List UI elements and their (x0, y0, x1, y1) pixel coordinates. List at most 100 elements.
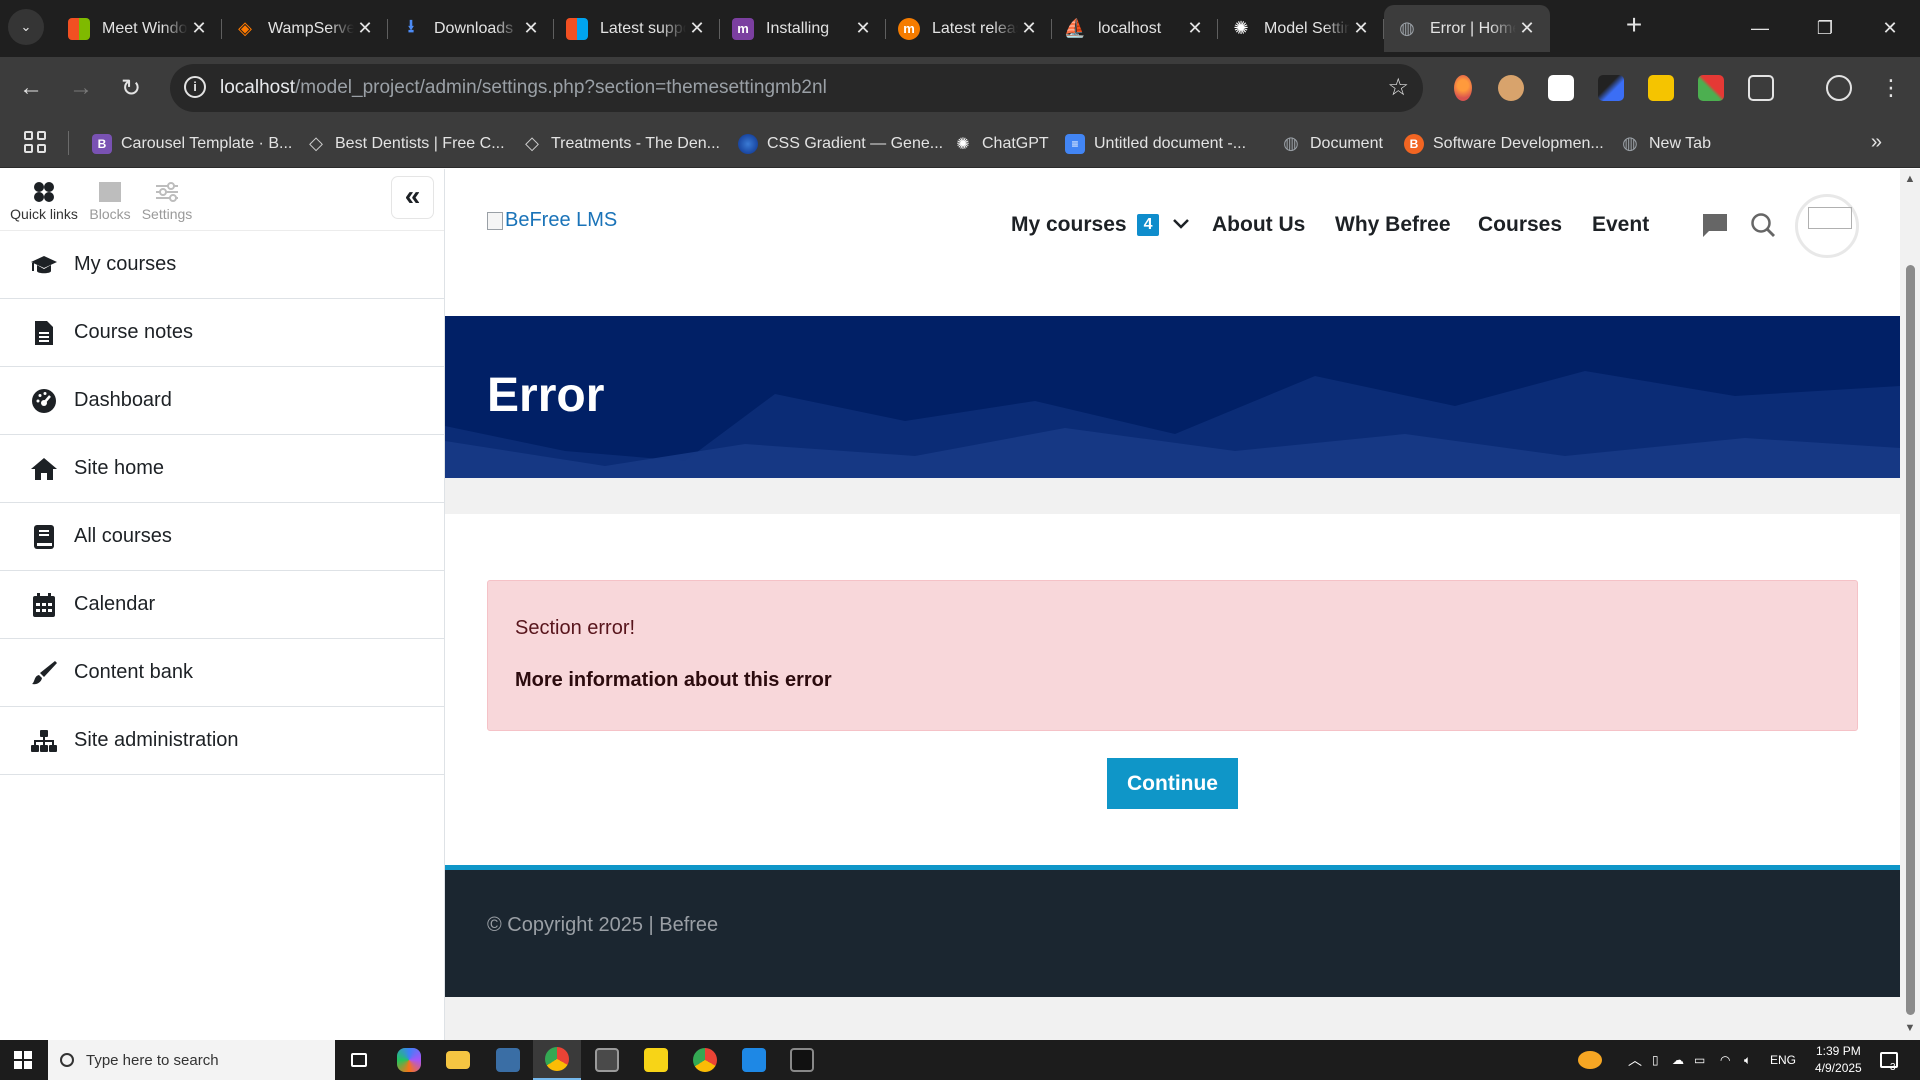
clock[interactable]: 1:39 PM 4/9/2025 (1815, 1043, 1862, 1077)
new-tab-button[interactable]: + (1618, 10, 1650, 42)
search-icon[interactable] (1749, 211, 1779, 241)
drawer-item-course-notes[interactable]: Course notes (0, 299, 444, 367)
close-tab-icon[interactable]: ✕ (520, 18, 542, 39)
bookmark-item[interactable]: CSS Gradient — Gene... (738, 119, 943, 168)
tray-icon[interactable]: ▯ (1652, 1040, 1659, 1080)
close-tab-icon[interactable]: ✕ (1184, 18, 1206, 39)
extensions-puzzle-icon[interactable] (1748, 75, 1774, 101)
site-logo[interactable]: BeFree LMS (487, 209, 617, 232)
continue-button[interactable]: Continue (1107, 758, 1238, 809)
extension-icon[interactable] (1698, 75, 1724, 101)
extension-icon[interactable] (1648, 75, 1674, 101)
tab-quick-links[interactable]: Quick links (9, 181, 79, 222)
onedrive-icon[interactable]: ☁ (1672, 1040, 1684, 1080)
forward-arrow-icon[interactable]: → (62, 69, 100, 107)
close-tab-icon[interactable]: ✕ (1516, 18, 1538, 39)
bookmark-item[interactable]: B Software Developmen... (1404, 119, 1604, 168)
browser-tab[interactable]: ◈ WampServer ✕ (222, 5, 388, 52)
drawer-item-all-courses[interactable]: All courses (0, 503, 444, 571)
bookmark-item[interactable]: ◍ Document (1281, 119, 1383, 168)
extension-icon[interactable] (1498, 75, 1524, 101)
close-tab-icon[interactable]: ✕ (188, 18, 210, 39)
bookmark-star-icon[interactable]: ☆ (1387, 73, 1409, 102)
taskbar-search[interactable]: Type here to search (48, 1040, 335, 1080)
nav-why-befree[interactable]: Why Befree (1335, 213, 1451, 237)
chrome-icon[interactable] (681, 1040, 729, 1080)
drawer-item-dashboard[interactable]: Dashboard (0, 367, 444, 435)
chrome-icon[interactable] (533, 1040, 581, 1080)
user-avatar[interactable] (1795, 194, 1859, 258)
browser-tab[interactable]: Latest supported ✕ (554, 5, 720, 52)
tab-title: WampServer (268, 19, 354, 37)
profile-icon[interactable] (1826, 75, 1852, 101)
tab-search-button[interactable]: ⌄ (8, 9, 44, 45)
notifications-icon[interactable]: 3 (1880, 1040, 1898, 1080)
more-info-link[interactable]: More information about this error (515, 669, 832, 692)
scrollbar-thumb[interactable] (1906, 265, 1915, 1015)
page-scrollbar[interactable]: ▲ ▼ (1900, 169, 1920, 1040)
url-text[interactable]: localhost/model_project/admin/settings.p… (220, 77, 827, 99)
close-tab-icon[interactable]: ✕ (852, 18, 874, 39)
browser-tab[interactable]: m Installing ✕ (720, 5, 886, 52)
collapse-drawer-button[interactable]: « (392, 177, 433, 218)
main-content: BeFree LMS My courses 4 About Us Why Bef… (445, 169, 1900, 1040)
battery-icon[interactable]: ▭ (1694, 1040, 1705, 1080)
tab-settings[interactable]: Settings (132, 181, 202, 222)
scroll-down-icon[interactable]: ▼ (1904, 1022, 1916, 1034)
bookmark-item[interactable]: ◇ Treatments - The Den... (522, 119, 720, 168)
nav-about-us[interactable]: About Us (1212, 213, 1305, 237)
close-window-icon[interactable]: ✕ (1860, 0, 1920, 57)
extension-icon[interactable] (1548, 75, 1574, 101)
task-view-icon[interactable] (335, 1040, 383, 1080)
volume-icon[interactable]: 🔈︎ (1744, 1040, 1751, 1080)
calculator-icon[interactable] (583, 1040, 631, 1080)
browser-tab-active[interactable]: ◍ Error | Home ✕ (1384, 5, 1550, 52)
nav-event[interactable]: Event (1592, 213, 1649, 237)
more-bookmarks-icon[interactable]: » (1871, 131, 1882, 154)
file-explorer-icon[interactable] (434, 1040, 482, 1080)
extension-icon[interactable] (1454, 75, 1472, 101)
bookmark-item[interactable]: ≡ Untitled document -... (1065, 119, 1246, 168)
drawer-item-content-bank[interactable]: Content bank (0, 639, 444, 707)
browser-tab[interactable]: ✺ Model Settings ✕ (1218, 5, 1384, 52)
browser-tab[interactable]: Meet Windows ✕ (56, 5, 222, 52)
reload-icon[interactable]: ↻ (112, 69, 150, 107)
language-indicator[interactable]: ENG (1770, 1040, 1796, 1080)
close-tab-icon[interactable]: ✕ (686, 18, 708, 39)
extension-icon[interactable] (1598, 75, 1624, 101)
weather-icon[interactable] (1578, 1040, 1602, 1080)
site-info-icon[interactable]: i (184, 76, 206, 98)
browser-tab[interactable]: ⭳ Downloads ✕ (388, 5, 554, 52)
apps-grid-icon[interactable] (24, 131, 46, 153)
drawer-item-calendar[interactable]: Calendar (0, 571, 444, 639)
browser-tab[interactable]: m Latest release ✕ (886, 5, 1052, 52)
bookmark-item[interactable]: ✺ ChatGPT (953, 119, 1048, 168)
scroll-up-icon[interactable]: ▲ (1904, 173, 1916, 185)
bookmark-item[interactable]: ◍ New Tab (1620, 119, 1711, 168)
drawer-item-site-home[interactable]: Site home (0, 435, 444, 503)
bookmark-item[interactable]: ◇ Best Dentists | Free C... (306, 119, 504, 168)
messages-icon[interactable] (1701, 211, 1731, 241)
nav-courses[interactable]: Courses (1478, 213, 1562, 237)
browser-tab[interactable]: ⛵ localhost ✕ (1052, 5, 1218, 52)
app-icon[interactable] (484, 1040, 532, 1080)
vscode-icon[interactable] (730, 1040, 778, 1080)
address-bar[interactable]: i localhost/model_project/admin/settings… (170, 64, 1423, 112)
drawer-item-my-courses[interactable]: My courses (0, 231, 444, 299)
chevron-up-icon[interactable]: ︿ (1628, 1040, 1642, 1080)
copilot-icon[interactable] (385, 1040, 433, 1080)
close-tab-icon[interactable]: ✕ (354, 18, 376, 39)
minimize-icon[interactable]: — (1730, 0, 1790, 57)
terminal-icon[interactable] (778, 1040, 826, 1080)
wifi-icon[interactable]: ◠ (1720, 1040, 1730, 1080)
close-tab-icon[interactable]: ✕ (1350, 18, 1372, 39)
sticky-notes-icon[interactable] (632, 1040, 680, 1080)
back-arrow-icon[interactable]: ← (12, 69, 50, 107)
restore-icon[interactable]: ❐ (1795, 0, 1855, 57)
nav-my-courses[interactable]: My courses 4 (1011, 213, 1190, 237)
drawer-item-site-administration[interactable]: Site administration (0, 707, 444, 775)
bookmark-item[interactable]: B Carousel Template · B... (92, 119, 292, 168)
windows-start-icon[interactable] (14, 1051, 32, 1069)
close-tab-icon[interactable]: ✕ (1018, 18, 1040, 39)
menu-dots-icon[interactable]: ⋮ (1872, 69, 1910, 107)
